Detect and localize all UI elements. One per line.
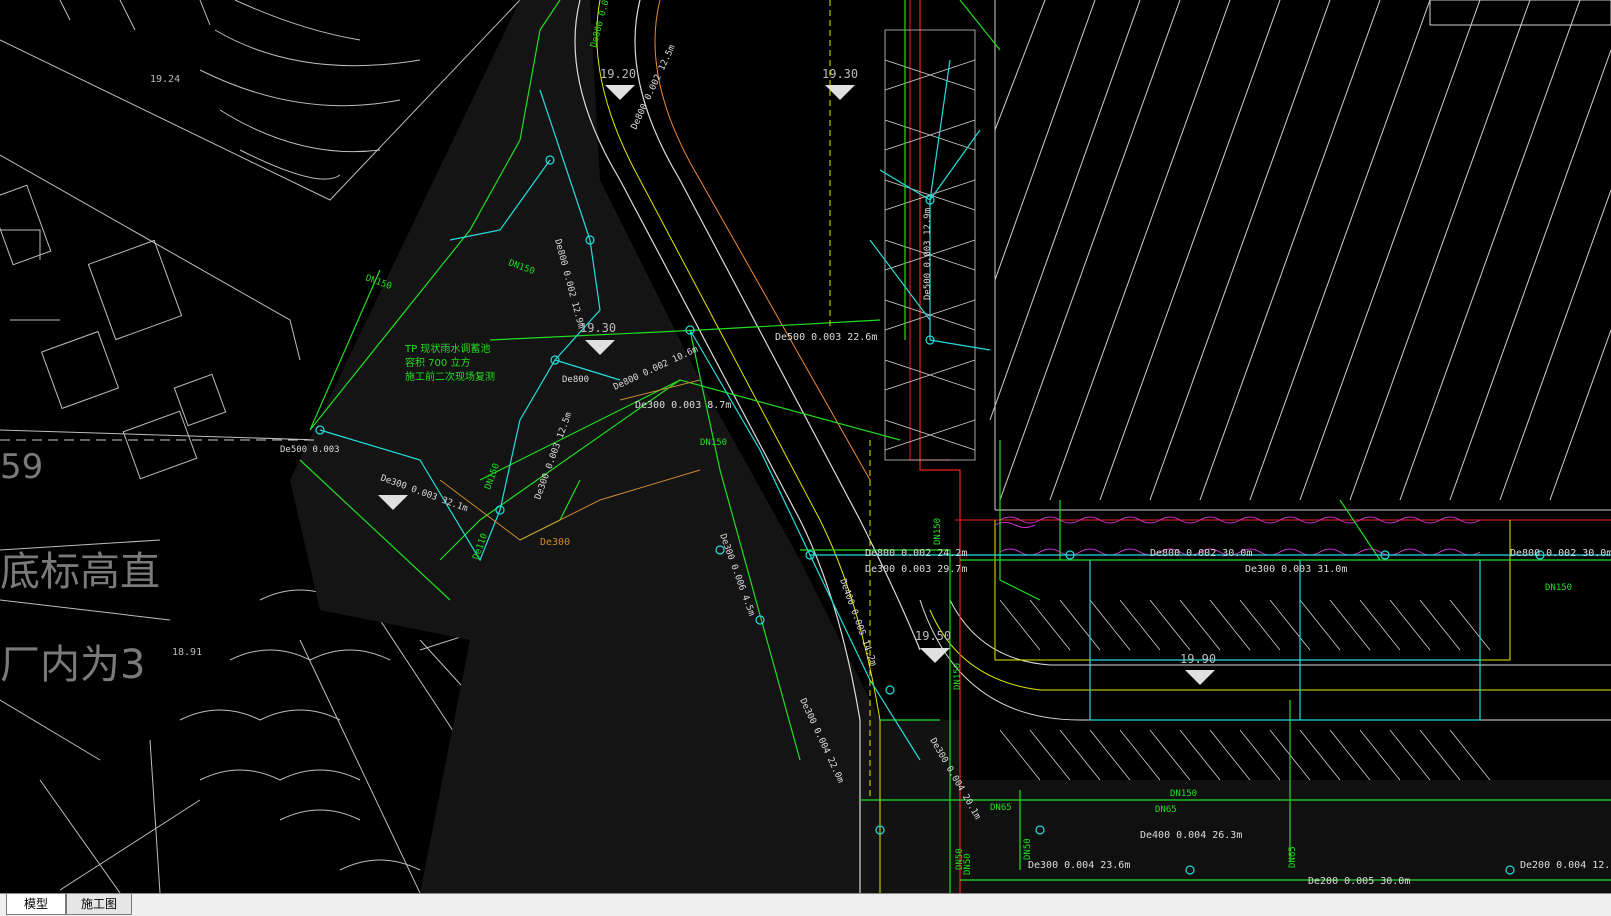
pipe-label: De300 0.003 29.7m <box>865 564 967 575</box>
dn-label: DN50 <box>963 853 973 875</box>
pipe-label: De300 0.003 8.7m <box>635 400 731 411</box>
drawing-canvas[interactable]: 19.20 19.30 19.30 19.50 19.90 19.24 18.9… <box>0 0 1611 893</box>
layout-tab-bar: 模型 施工图 <box>0 893 1611 916</box>
pipe-label: De800 0.002 12.5m <box>630 44 678 132</box>
dn-label: DN150 <box>1170 789 1197 799</box>
pipe-label: De400 0.004 26.3m <box>1140 830 1242 841</box>
dn-label: DN150 <box>700 438 727 448</box>
note-line: 施工前二次现场复测 <box>405 370 495 383</box>
note-line: 容积 700 立方 <box>405 356 470 369</box>
tab-layout[interactable]: 施工图 <box>66 894 132 915</box>
building-hatch <box>989 0 1611 511</box>
pipe-label: De300 <box>540 537 570 548</box>
dn-label: DN50 <box>1023 838 1033 860</box>
dn-label: DN150 <box>1545 583 1572 593</box>
pipe-label: De300 0.003 31.0m <box>1245 564 1347 575</box>
elevation-label-7: 18.91 <box>172 647 202 658</box>
elevation-label-2: 19.30 <box>822 67 858 81</box>
dn-label: DN150 <box>933 518 943 545</box>
dn-label: DN65 <box>1288 846 1298 868</box>
pipe-label: De800 0.002 30.0m <box>1510 548 1611 559</box>
elevation-label-6: 19.24 <box>150 74 180 85</box>
big-annotation: 厂内为3 <box>0 642 145 688</box>
pipe-label: De800 0.002 24.2m <box>865 548 967 559</box>
elevation-label-1: 19.20 <box>600 67 636 81</box>
dn-label: DN65 <box>990 803 1012 813</box>
elevation-label-5: 19.90 <box>1180 652 1216 666</box>
tab-model[interactable]: 模型 <box>6 894 66 915</box>
dn-label: DN150 <box>953 663 963 690</box>
pipe-label: De500 0.003 12.9m <box>923 208 933 300</box>
pipe-label: De800 0.002 30.0m <box>1150 548 1252 559</box>
pipe-label: De800 0.002 33.0m <box>589 0 623 49</box>
pipe-label: De500 0.003 22.6m <box>775 332 877 343</box>
pipe-label: De500 0.003 <box>280 445 340 455</box>
big-annotation: 底标高直 <box>0 549 160 595</box>
pipe-label: De200 0.005 30.0m <box>1308 876 1410 887</box>
note-line: TP 现状雨水调蓄池 <box>404 342 490 355</box>
big-annotation: 59 <box>0 447 43 487</box>
dn-label: DN65 <box>1155 805 1177 815</box>
pipe-label: De800 <box>562 375 589 385</box>
pipe-label: De300 0.004 23.6m <box>1028 860 1130 871</box>
pipe-label: De200 0.004 12.8m <box>1520 860 1611 871</box>
elevation-label-4: 19.50 <box>915 629 951 643</box>
